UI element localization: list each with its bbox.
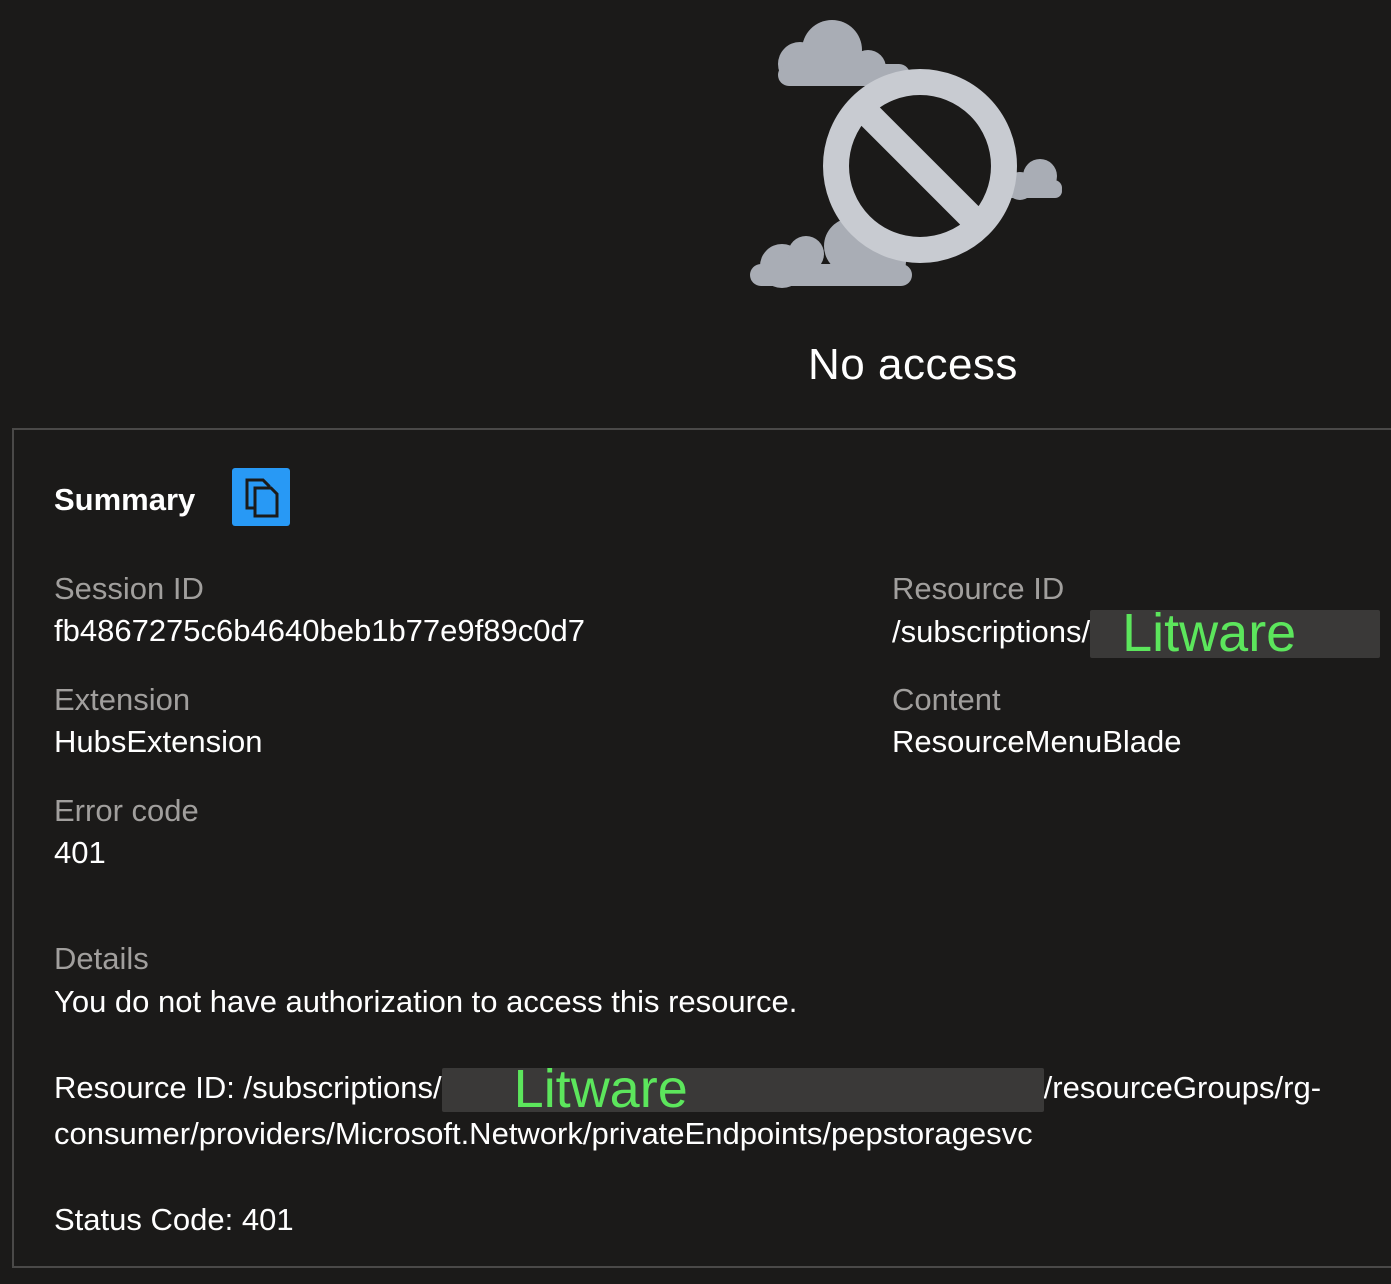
details-field: Details You do not have authorization to… — [54, 938, 1364, 1284]
extension-label: Extension — [54, 682, 191, 717]
page-title: No access — [808, 340, 1018, 389]
details-status: Status Code: 401 — [54, 1201, 294, 1237]
details-resource-prefix: Resource ID: /subscriptions/ — [54, 1070, 442, 1105]
watermark-text: Litware — [513, 1058, 688, 1119]
watermark-text: Litware — [1122, 603, 1297, 663]
content-label: Content — [892, 682, 1001, 717]
details-message: You do not have authorization to access … — [54, 984, 798, 1019]
summary-heading: Summary — [54, 482, 196, 517]
summary-panel: Summary Session ID fb4867275c6b4640beb1b… — [12, 428, 1391, 1268]
details-label: Details — [54, 941, 149, 976]
copy-button[interactable] — [232, 468, 290, 526]
error-code-field: Error code 401 — [54, 790, 199, 874]
details-text: You do not have authorization to access … — [54, 980, 1364, 1241]
resource-id-prefix: /subscriptions/ — [892, 614, 1091, 650]
no-access-hero: No access — [0, 0, 1391, 428]
session-id-value: fb4867275c6b4640beb1b77e9f89c0d7 — [54, 613, 585, 648]
error-code-value: 401 — [54, 835, 106, 870]
content-field: Content ResourceMenuBlade — [892, 679, 1182, 763]
session-id-label: Session ID — [54, 571, 204, 606]
copy-icon — [245, 478, 279, 518]
extension-field: Extension HubsExtension — [54, 679, 263, 763]
session-id-field: Session ID fb4867275c6b4640beb1b77e9f89c… — [54, 568, 585, 652]
redacted-block: Litware — [441, 1062, 1044, 1116]
error-code-label: Error code — [54, 793, 199, 828]
content-value: ResourceMenuBlade — [892, 724, 1182, 759]
blocked-cloud-icon — [750, 20, 1062, 288]
details-resource-id: Resource ID: /subscriptions/Litware/reso… — [54, 1062, 1364, 1155]
redacted-block: Litware — [1090, 606, 1381, 660]
resource-id-field: Resource ID /subscriptions/Litware — [892, 568, 1381, 660]
resource-id-value: /subscriptions/Litware — [892, 606, 1381, 660]
extension-value: HubsExtension — [54, 724, 263, 759]
